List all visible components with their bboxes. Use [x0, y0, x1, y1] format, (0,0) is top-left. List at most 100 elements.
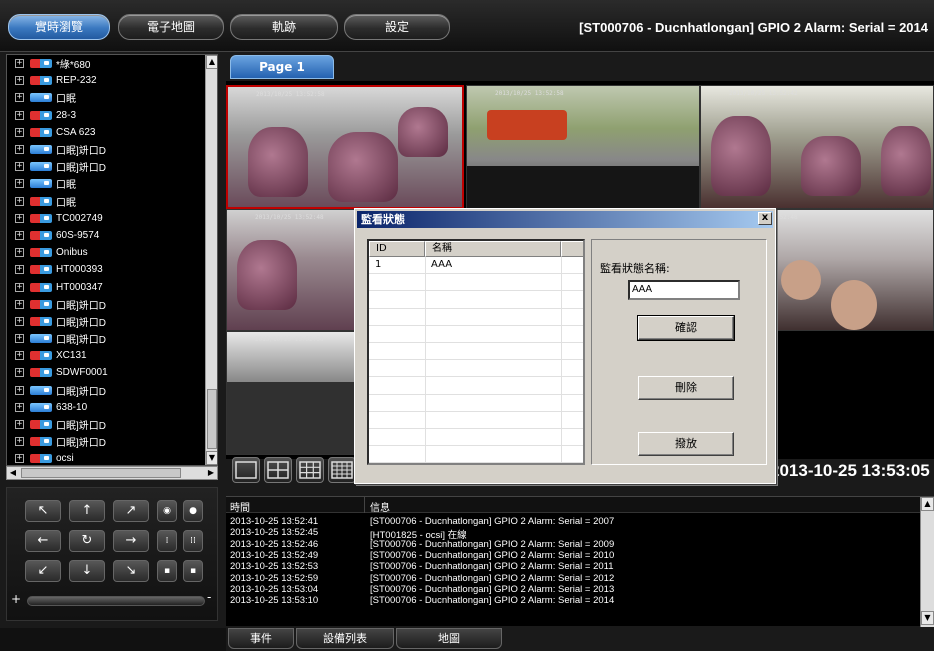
expand-icon[interactable]: +: [15, 351, 24, 361]
ptz-focus-near-icon[interactable]: ⁞: [157, 530, 177, 552]
close-icon[interactable]: x: [758, 212, 772, 225]
list-item[interactable]: [369, 309, 583, 326]
expand-icon[interactable]: +: [15, 230, 24, 240]
tab-device-list[interactable]: 設備列表: [296, 628, 394, 649]
video-pane-2[interactable]: 2013/10/25 13:52:58: [466, 85, 700, 209]
speed-plus-icon[interactable]: +: [11, 592, 21, 606]
expand-icon[interactable]: +: [15, 402, 24, 412]
tree-item[interactable]: + 口眠]竔口D: [7, 313, 217, 330]
tab-events[interactable]: 事件: [228, 628, 294, 649]
ptz-focus-far-icon[interactable]: ⁞⁞: [183, 530, 203, 552]
list-item[interactable]: [369, 412, 583, 429]
tree-item[interactable]: + HT000347: [7, 278, 217, 295]
scroll-up-icon[interactable]: ▲: [206, 55, 217, 69]
tree-item[interactable]: + 口眠]竔口D: [7, 382, 217, 399]
tree-item[interactable]: + 口眠]竔口D: [7, 330, 217, 347]
expand-icon[interactable]: +: [15, 213, 24, 223]
expand-icon[interactable]: +: [15, 93, 24, 103]
tree-item[interactable]: + 口眠: [7, 193, 217, 210]
speed-minus-icon[interactable]: -: [207, 590, 211, 604]
tree-item[interactable]: + 口眠: [7, 89, 217, 106]
log-vertical-scrollbar[interactable]: ▲ ▼: [920, 497, 934, 627]
list-item[interactable]: [369, 274, 583, 292]
scroll-right-icon[interactable]: ▶: [205, 467, 217, 479]
expand-icon[interactable]: +: [15, 179, 24, 189]
ptz-zoom-out-icon[interactable]: ▪: [157, 560, 177, 582]
ptz-down-icon[interactable]: ↓: [69, 560, 105, 582]
ptz-speed-slider[interactable]: [27, 596, 205, 606]
list-item[interactable]: [369, 326, 583, 343]
tab-live-view[interactable]: 實時瀏覽: [8, 14, 110, 40]
tree-item[interactable]: + SDWF0001: [7, 364, 217, 381]
tree-item[interactable]: + 口眠]竔口D: [7, 416, 217, 433]
list-item[interactable]: [369, 446, 583, 463]
scroll-up-icon[interactable]: ▲: [921, 497, 934, 511]
expand-icon[interactable]: +: [15, 76, 24, 86]
layout-3x3-button[interactable]: [296, 457, 324, 483]
expand-icon[interactable]: +: [15, 127, 24, 137]
tab-map[interactable]: 地圖: [396, 628, 502, 649]
tree-item[interactable]: + REP-232: [7, 72, 217, 89]
delete-button[interactable]: 刪除: [638, 376, 734, 400]
list-item[interactable]: [369, 291, 583, 309]
expand-icon[interactable]: +: [15, 437, 24, 447]
list-item[interactable]: [369, 360, 583, 378]
tree-vertical-scrollbar[interactable]: ▲ ▼: [205, 55, 217, 465]
tree-item[interactable]: + ocsi: [7, 450, 217, 465]
log-col-time[interactable]: 時間: [230, 499, 250, 514]
ptz-down-left-icon[interactable]: ↙: [25, 560, 61, 582]
ptz-iris-close-icon[interactable]: ●: [183, 500, 203, 522]
expand-icon[interactable]: +: [15, 282, 24, 292]
tree-item[interactable]: + XC131: [7, 347, 217, 364]
list-item[interactable]: 1 AAA: [369, 257, 583, 275]
expand-icon[interactable]: +: [15, 162, 24, 172]
expand-icon[interactable]: +: [15, 248, 24, 258]
tree-item[interactable]: +638-10: [7, 399, 217, 416]
scroll-down-icon[interactable]: ▼: [206, 451, 217, 465]
expand-icon[interactable]: +: [15, 368, 24, 378]
tab-settings[interactable]: 設定: [344, 14, 450, 40]
layout-1x1-button[interactable]: [232, 457, 260, 483]
tree-horizontal-scrollbar[interactable]: ◀ ▶: [6, 466, 218, 480]
scroll-left-icon[interactable]: ◀: [7, 467, 19, 479]
video-pane-1[interactable]: 2013/10/25 13:52:58: [226, 85, 464, 209]
tree-item[interactable]: +28-3: [7, 107, 217, 124]
log-col-info[interactable]: 信息: [370, 499, 390, 514]
list-item[interactable]: [369, 429, 583, 447]
tree-item[interactable]: + CSA 623: [7, 124, 217, 141]
list-item[interactable]: [369, 395, 583, 412]
expand-icon[interactable]: +: [15, 454, 24, 464]
tree-item[interactable]: +60S-9574: [7, 227, 217, 244]
expand-icon[interactable]: +: [15, 334, 24, 344]
video-pane-3[interactable]: 2013/10/25 13:52:42: [700, 85, 934, 209]
tree-item[interactable]: + *綠*680: [7, 55, 217, 72]
expand-icon[interactable]: +: [15, 385, 24, 395]
expand-icon[interactable]: +: [15, 316, 24, 326]
tree-item[interactable]: + TC002749: [7, 210, 217, 227]
confirm-button[interactable]: 確認: [637, 315, 735, 341]
list-col-name[interactable]: 名稱: [425, 241, 561, 257]
expand-icon[interactable]: +: [15, 420, 24, 430]
ptz-right-icon[interactable]: →: [113, 530, 149, 552]
expand-icon[interactable]: +: [15, 196, 24, 206]
ptz-iris-open-icon[interactable]: ◉: [157, 500, 177, 522]
ptz-up-right-icon[interactable]: ↗: [113, 500, 149, 522]
ptz-left-icon[interactable]: ←: [25, 530, 61, 552]
tree-item[interactable]: + 口眠]竔口D: [7, 433, 217, 450]
ptz-zoom-in-icon[interactable]: ▪: [183, 560, 203, 582]
ptz-up-left-icon[interactable]: ↖: [25, 500, 61, 522]
expand-icon[interactable]: +: [15, 299, 24, 309]
page-tab[interactable]: Page 1: [230, 55, 334, 79]
tree-item[interactable]: + 口眠]竔口D: [7, 296, 217, 313]
status-list[interactable]: ID 名稱 1 AAA: [367, 239, 585, 465]
status-name-input[interactable]: AAA: [628, 280, 740, 300]
expand-icon[interactable]: +: [15, 110, 24, 120]
tree-item[interactable]: + 口眠]竔口D: [7, 158, 217, 175]
tree-item[interactable]: + Onibus: [7, 244, 217, 261]
expand-icon[interactable]: +: [15, 265, 24, 275]
expand-icon[interactable]: +: [15, 59, 24, 69]
tree-item[interactable]: + 口眠: [7, 175, 217, 192]
expand-icon[interactable]: +: [15, 145, 24, 155]
ptz-down-right-icon[interactable]: ↘: [113, 560, 149, 582]
ptz-home-icon[interactable]: ↻: [69, 530, 105, 552]
